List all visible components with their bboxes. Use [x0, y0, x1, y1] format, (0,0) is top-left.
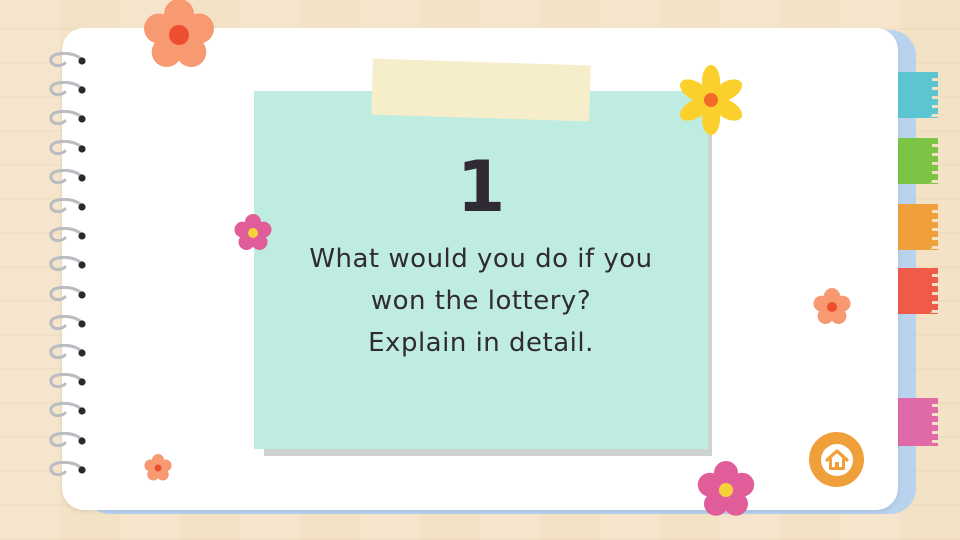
- prompt-line: What would you do if you: [309, 244, 653, 274]
- pink-flower-large-icon: [697, 461, 755, 516]
- spiral-ring: [49, 344, 86, 360]
- spiral-ring: [49, 168, 86, 184]
- home-button[interactable]: [809, 432, 864, 487]
- spiral-ring: [49, 373, 86, 389]
- tab-green[interactable]: [896, 138, 932, 184]
- tab-teal[interactable]: [896, 72, 932, 118]
- spiral-ring: [49, 198, 86, 214]
- washi-tape: [371, 58, 591, 122]
- spiral-ring: [49, 227, 86, 243]
- spiral-ring: [49, 110, 86, 126]
- tab-orange[interactable]: [896, 204, 932, 250]
- tab-pink[interactable]: [896, 398, 932, 446]
- question-prompt: What would you do if you won the lottery…: [254, 238, 708, 364]
- pink-flower-icon: [234, 214, 272, 250]
- spiral-ring: [49, 256, 86, 272]
- spiral-ring: [49, 314, 86, 330]
- spiral-ring: [49, 402, 86, 418]
- spiral-ring: [49, 431, 86, 447]
- spiral-ring: [49, 139, 86, 155]
- prompt-line: Explain in detail.: [368, 328, 594, 358]
- yellow-flower-icon: [679, 65, 743, 135]
- spiral-ring: [49, 81, 86, 97]
- spiral-ring: [49, 460, 86, 476]
- card-number: 1: [456, 146, 506, 228]
- tab-red[interactable]: [896, 268, 932, 314]
- prompt-line: won the lottery?: [370, 286, 592, 316]
- spiral-ring: [49, 52, 86, 68]
- orange-flower-icon: [144, 0, 214, 67]
- spiral-ring: [49, 285, 86, 301]
- peach-flower-icon: [813, 288, 851, 324]
- small-peach-flower-icon: [144, 454, 172, 481]
- home-icon: [820, 443, 853, 476]
